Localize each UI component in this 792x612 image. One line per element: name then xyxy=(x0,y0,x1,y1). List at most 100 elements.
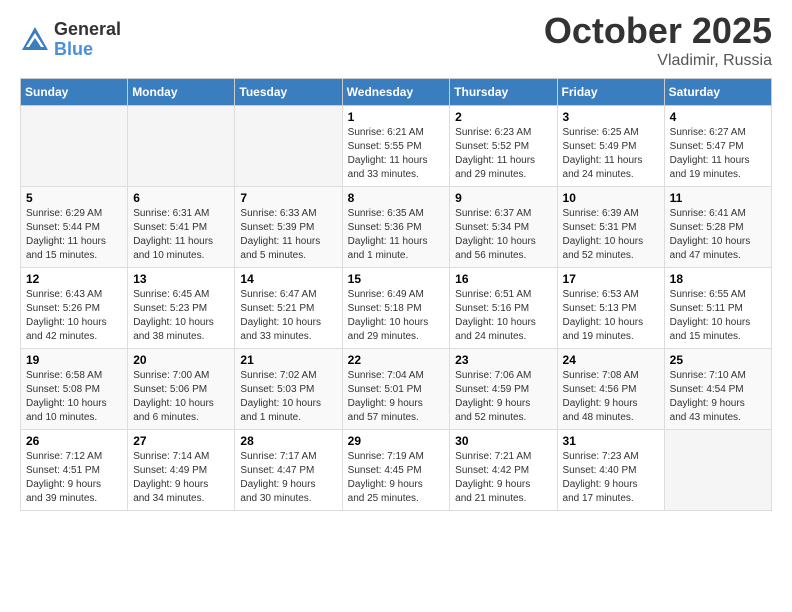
calendar-header-wednesday: Wednesday xyxy=(342,79,450,106)
calendar-cell: 9 Sunrise: 6:37 AM Sunset: 5:34 PM Daylig… xyxy=(450,187,557,268)
day-info: Sunrise: 7:12 AM Sunset: 4:51 PM Dayligh… xyxy=(26,450,122,506)
day-number: 16 xyxy=(455,272,551,286)
day-number: 2 xyxy=(455,110,551,124)
calendar-week-row: 26Sunrise: 7:12 AM Sunset: 4:51 PM Dayli… xyxy=(21,430,772,511)
title-block: October 2025 Vladimir, Russia xyxy=(544,10,772,70)
day-number: 25 xyxy=(670,353,766,367)
calendar-week-row: 19 Sunrise: 6:58 AM Sunset: 5:08 PM Dayli… xyxy=(21,349,772,430)
calendar-cell: 7 Sunrise: 6:33 AM Sunset: 5:39 PM Daylig… xyxy=(235,187,342,268)
day-info: Sunrise: 6:47 AM Sunset: 5:21 PM Dayligh… xyxy=(240,288,336,344)
calendar-header-sunday: Sunday xyxy=(21,79,128,106)
day-number: 18 xyxy=(670,272,766,286)
day-info: Sunrise: 6:31 AM Sunset: 5:41 PM Dayligh… xyxy=(133,207,229,263)
day-info: Sunrise: 6:43 AM Sunset: 5:26 PM Dayligh… xyxy=(26,288,122,344)
calendar-cell: 23 Sunrise: 7:06 AM Sunset: 4:59 PM Dayli… xyxy=(450,349,557,430)
month-title: October 2025 xyxy=(544,10,772,52)
day-info: Sunrise: 7:08 AM Sunset: 4:56 PM Dayligh… xyxy=(563,369,659,425)
calendar-cell: 18 Sunrise: 6:55 AM Sunset: 5:11 PM Dayli… xyxy=(664,268,771,349)
day-number: 31 xyxy=(563,434,659,448)
day-info: Sunrise: 6:25 AM Sunset: 5:49 PM Dayligh… xyxy=(563,126,659,182)
day-info: Sunrise: 6:23 AM Sunset: 5:52 PM Dayligh… xyxy=(455,126,551,182)
calendar-cell: 13Sunrise: 6:45 AM Sunset: 5:23 PM Dayli… xyxy=(128,268,235,349)
day-number: 22 xyxy=(348,353,445,367)
calendar-header-friday: Friday xyxy=(557,79,664,106)
day-number: 21 xyxy=(240,353,336,367)
day-number: 20 xyxy=(133,353,229,367)
calendar-cell: 8 Sunrise: 6:35 AM Sunset: 5:36 PM Daylig… xyxy=(342,187,450,268)
day-info: Sunrise: 6:58 AM Sunset: 5:08 PM Dayligh… xyxy=(26,369,122,425)
day-info: Sunrise: 6:45 AM Sunset: 5:23 PM Dayligh… xyxy=(133,288,229,344)
day-info: Sunrise: 7:10 AM Sunset: 4:54 PM Dayligh… xyxy=(670,369,766,425)
calendar-cell: 19 Sunrise: 6:58 AM Sunset: 5:08 PM Dayli… xyxy=(21,349,128,430)
logo-icon xyxy=(20,25,50,55)
day-number: 30 xyxy=(455,434,551,448)
day-info: Sunrise: 6:55 AM Sunset: 5:11 PM Dayligh… xyxy=(670,288,766,344)
logo: General Blue xyxy=(20,20,121,60)
day-info: Sunrise: 7:00 AM Sunset: 5:06 PM Dayligh… xyxy=(133,369,229,425)
calendar-header-tuesday: Tuesday xyxy=(235,79,342,106)
day-number: 6 xyxy=(133,191,229,205)
calendar-cell: 20 Sunrise: 7:00 AM Sunset: 5:06 PM Dayli… xyxy=(128,349,235,430)
calendar-cell: 26Sunrise: 7:12 AM Sunset: 4:51 PM Dayli… xyxy=(21,430,128,511)
day-number: 7 xyxy=(240,191,336,205)
calendar-header-row: SundayMondayTuesdayWednesdayThursdayFrid… xyxy=(21,79,772,106)
day-number: 27 xyxy=(133,434,229,448)
day-number: 23 xyxy=(455,353,551,367)
day-number: 1 xyxy=(348,110,445,124)
day-info: Sunrise: 6:53 AM Sunset: 5:13 PM Dayligh… xyxy=(563,288,659,344)
day-info: Sunrise: 6:29 AM Sunset: 5:44 PM Dayligh… xyxy=(26,207,122,263)
day-number: 9 xyxy=(455,191,551,205)
logo-general-text: General xyxy=(54,20,121,40)
day-number: 11 xyxy=(670,191,766,205)
day-info: Sunrise: 7:19 AM Sunset: 4:45 PM Dayligh… xyxy=(348,450,445,506)
logo-blue-text: Blue xyxy=(54,40,121,60)
day-info: Sunrise: 6:33 AM Sunset: 5:39 PM Dayligh… xyxy=(240,207,336,263)
calendar-cell: 25 Sunrise: 7:10 AM Sunset: 4:54 PM Dayli… xyxy=(664,349,771,430)
calendar-cell: 21 Sunrise: 7:02 AM Sunset: 5:03 PM Dayli… xyxy=(235,349,342,430)
calendar-cell: 17 Sunrise: 6:53 AM Sunset: 5:13 PM Dayli… xyxy=(557,268,664,349)
day-info: Sunrise: 7:14 AM Sunset: 4:49 PM Dayligh… xyxy=(133,450,229,506)
calendar-table: SundayMondayTuesdayWednesdayThursdayFrid… xyxy=(20,78,772,511)
day-number: 17 xyxy=(563,272,659,286)
day-number: 12 xyxy=(26,272,122,286)
day-info: Sunrise: 6:27 AM Sunset: 5:47 PM Dayligh… xyxy=(670,126,766,182)
day-number: 10 xyxy=(563,191,659,205)
calendar-cell: 30 Sunrise: 7:21 AM Sunset: 4:42 PM Dayli… xyxy=(450,430,557,511)
calendar-cell: 16 Sunrise: 6:51 AM Sunset: 5:16 PM Dayli… xyxy=(450,268,557,349)
location: Vladimir, Russia xyxy=(544,52,772,70)
calendar-cell: 15Sunrise: 6:49 AM Sunset: 5:18 PM Dayli… xyxy=(342,268,450,349)
calendar-cell: 3 Sunrise: 6:25 AM Sunset: 5:49 PM Daylig… xyxy=(557,106,664,187)
calendar-cell: 12 Sunrise: 6:43 AM Sunset: 5:26 PM Dayli… xyxy=(21,268,128,349)
day-info: Sunrise: 7:02 AM Sunset: 5:03 PM Dayligh… xyxy=(240,369,336,425)
calendar-cell: 22 Sunrise: 7:04 AM Sunset: 5:01 PM Dayli… xyxy=(342,349,450,430)
day-info: Sunrise: 6:41 AM Sunset: 5:28 PM Dayligh… xyxy=(670,207,766,263)
calendar-header-thursday: Thursday xyxy=(450,79,557,106)
day-number: 5 xyxy=(26,191,122,205)
calendar-week-row: 1 Sunrise: 6:21 AM Sunset: 5:55 PM Daylig… xyxy=(21,106,772,187)
day-info: Sunrise: 6:51 AM Sunset: 5:16 PM Dayligh… xyxy=(455,288,551,344)
calendar-cell: 27 Sunrise: 7:14 AM Sunset: 4:49 PM Dayli… xyxy=(128,430,235,511)
calendar-cell: 14 Sunrise: 6:47 AM Sunset: 5:21 PM Dayli… xyxy=(235,268,342,349)
day-number: 8 xyxy=(348,191,445,205)
calendar-cell: 6 Sunrise: 6:31 AM Sunset: 5:41 PM Daylig… xyxy=(128,187,235,268)
calendar-cell: 11 Sunrise: 6:41 AM Sunset: 5:28 PM Dayli… xyxy=(664,187,771,268)
calendar-cell xyxy=(664,430,771,511)
day-info: Sunrise: 6:21 AM Sunset: 5:55 PM Dayligh… xyxy=(348,126,445,182)
day-info: Sunrise: 6:37 AM Sunset: 5:34 PM Dayligh… xyxy=(455,207,551,263)
day-info: Sunrise: 7:06 AM Sunset: 4:59 PM Dayligh… xyxy=(455,369,551,425)
day-number: 19 xyxy=(26,353,122,367)
day-number: 3 xyxy=(563,110,659,124)
day-info: Sunrise: 6:35 AM Sunset: 5:36 PM Dayligh… xyxy=(348,207,445,263)
day-info: Sunrise: 6:49 AM Sunset: 5:18 PM Dayligh… xyxy=(348,288,445,344)
day-number: 14 xyxy=(240,272,336,286)
day-info: Sunrise: 6:39 AM Sunset: 5:31 PM Dayligh… xyxy=(563,207,659,263)
day-info: Sunrise: 7:04 AM Sunset: 5:01 PM Dayligh… xyxy=(348,369,445,425)
calendar-cell: 4Sunrise: 6:27 AM Sunset: 5:47 PM Daylig… xyxy=(664,106,771,187)
calendar-header-monday: Monday xyxy=(128,79,235,106)
page-header: General Blue October 2025 Vladimir, Russ… xyxy=(20,10,772,70)
day-info: Sunrise: 7:23 AM Sunset: 4:40 PM Dayligh… xyxy=(563,450,659,506)
day-info: Sunrise: 7:21 AM Sunset: 4:42 PM Dayligh… xyxy=(455,450,551,506)
calendar-cell: 28Sunrise: 7:17 AM Sunset: 4:47 PM Dayli… xyxy=(235,430,342,511)
calendar-cell: 29Sunrise: 7:19 AM Sunset: 4:45 PM Dayli… xyxy=(342,430,450,511)
day-number: 24 xyxy=(563,353,659,367)
